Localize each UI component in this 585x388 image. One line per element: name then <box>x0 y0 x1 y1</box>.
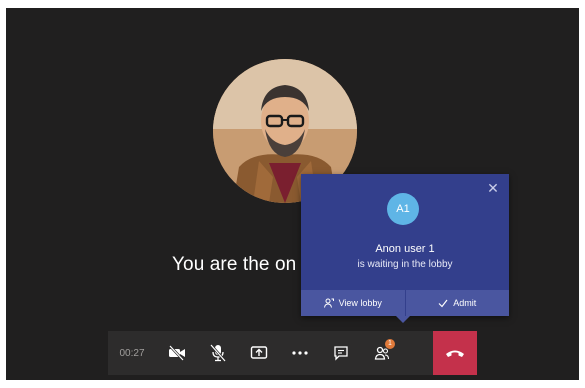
participants-button[interactable]: 1 <box>361 331 402 375</box>
view-lobby-label: View lobby <box>338 298 382 308</box>
lobby-notification: ✕ A1 Anon user 1 is waiting in the lobby… <box>301 174 509 323</box>
more-options-icon <box>291 351 308 355</box>
lobby-wait-message: is waiting in the lobby <box>357 259 453 270</box>
lobby-user-avatar: A1 <box>387 193 419 225</box>
meeting-stage: You are the on ✕ A1 Anon user 1 is waiti… <box>6 8 579 380</box>
chat-icon <box>333 346 348 361</box>
view-lobby-button[interactable]: View lobby <box>301 290 405 316</box>
call-toolbar: 00:27 1 <box>108 331 433 375</box>
close-notification-button[interactable]: ✕ <box>485 180 501 196</box>
camera-toggle-button[interactable] <box>156 331 197 375</box>
admit-button[interactable]: Admit <box>406 290 510 316</box>
close-icon: ✕ <box>487 180 499 196</box>
call-status-text: You are the on <box>172 254 297 275</box>
video-off-icon <box>168 345 185 361</box>
call-timer: 00:27 <box>119 347 145 359</box>
hang-up-icon <box>446 350 464 357</box>
mic-off-icon <box>209 344 226 362</box>
notification-pointer <box>396 316 410 323</box>
share-screen-icon <box>250 346 267 359</box>
checkmark-icon <box>438 299 448 308</box>
mic-toggle-button[interactable] <box>197 331 238 375</box>
hang-up-button[interactable] <box>433 331 477 375</box>
participants-badge: 1 <box>385 339 395 349</box>
more-options-button[interactable] <box>279 331 320 375</box>
share-screen-button[interactable] <box>238 331 279 375</box>
chat-button[interactable] <box>320 331 361 375</box>
lobby-user-name: Anon user 1 <box>375 243 435 255</box>
admit-label: Admit <box>453 298 477 308</box>
view-lobby-icon <box>323 298 334 308</box>
lobby-actions: View lobby Admit <box>301 290 509 316</box>
call-controls: 00:27 1 <box>108 331 477 375</box>
